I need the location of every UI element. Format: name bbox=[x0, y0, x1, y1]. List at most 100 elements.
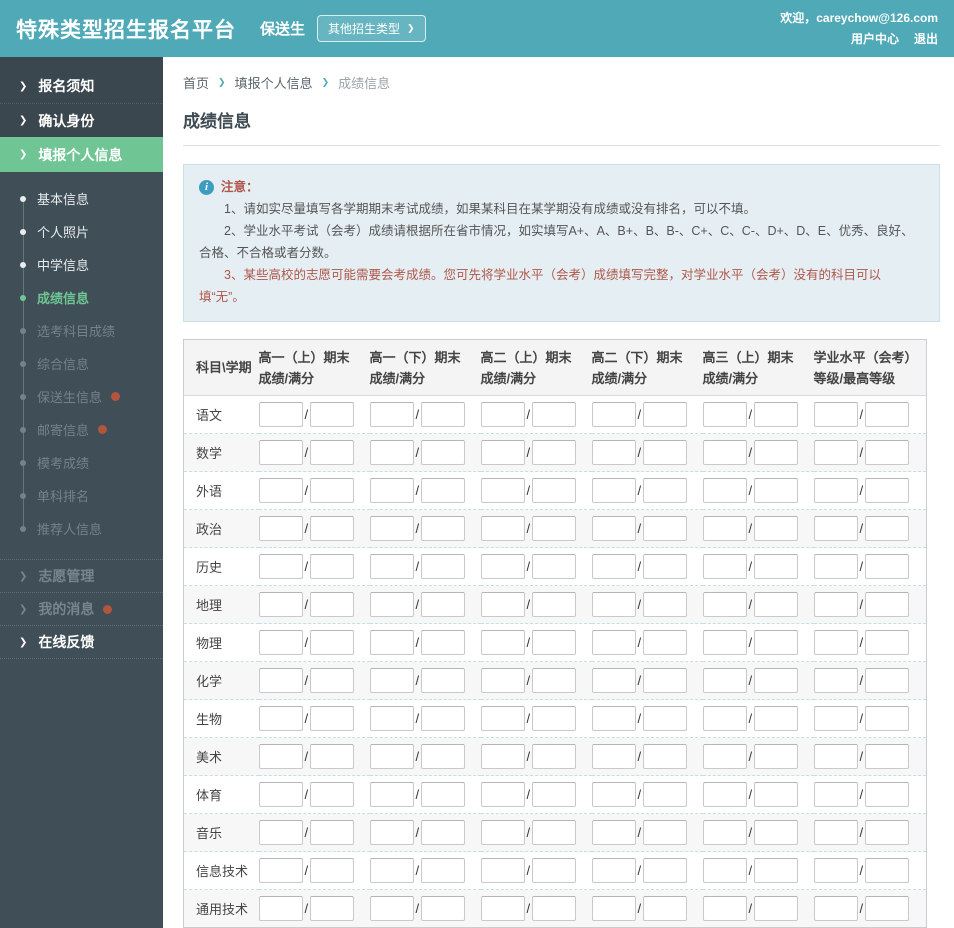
max-score-input[interactable] bbox=[643, 668, 688, 693]
score-input[interactable] bbox=[258, 516, 303, 541]
grade-input[interactable] bbox=[813, 858, 858, 883]
sidebar-item-mailing-info[interactable]: 邮寄信息 bbox=[0, 413, 163, 446]
score-input[interactable] bbox=[480, 592, 525, 617]
grade-input[interactable] bbox=[813, 402, 858, 427]
max-score-input[interactable] bbox=[310, 516, 355, 541]
sidebar-item-referrer-info[interactable]: 推荐人信息 bbox=[0, 512, 163, 545]
score-input[interactable] bbox=[480, 554, 525, 579]
max-grade-input[interactable] bbox=[865, 820, 910, 845]
score-input[interactable] bbox=[480, 516, 525, 541]
max-grade-input[interactable] bbox=[865, 782, 910, 807]
score-input[interactable] bbox=[258, 858, 303, 883]
max-score-input[interactable] bbox=[421, 858, 466, 883]
max-score-input[interactable] bbox=[310, 858, 355, 883]
score-input[interactable] bbox=[480, 440, 525, 465]
max-score-input[interactable] bbox=[421, 668, 466, 693]
max-score-input[interactable] bbox=[532, 668, 577, 693]
max-score-input[interactable] bbox=[532, 516, 577, 541]
score-input[interactable] bbox=[591, 592, 636, 617]
max-score-input[interactable] bbox=[643, 858, 688, 883]
sidebar-item-subject-ranking[interactable]: 单科排名 bbox=[0, 479, 163, 512]
grade-input[interactable] bbox=[813, 820, 858, 845]
score-input[interactable] bbox=[591, 516, 636, 541]
max-score-input[interactable] bbox=[754, 440, 799, 465]
score-input[interactable] bbox=[258, 440, 303, 465]
sidebar-item-application-notice[interactable]: ❯ 报名须知 bbox=[0, 69, 163, 103]
max-score-input[interactable] bbox=[754, 592, 799, 617]
max-score-input[interactable] bbox=[754, 744, 799, 769]
score-input[interactable] bbox=[258, 630, 303, 655]
max-grade-input[interactable] bbox=[865, 706, 910, 731]
max-grade-input[interactable] bbox=[865, 554, 910, 579]
logout-link[interactable]: 退出 bbox=[914, 29, 938, 50]
max-grade-input[interactable] bbox=[865, 630, 910, 655]
max-score-input[interactable] bbox=[754, 668, 799, 693]
score-input[interactable] bbox=[702, 820, 747, 845]
grade-input[interactable] bbox=[813, 592, 858, 617]
max-grade-input[interactable] bbox=[865, 516, 910, 541]
max-score-input[interactable] bbox=[421, 516, 466, 541]
max-score-input[interactable] bbox=[310, 782, 355, 807]
max-score-input[interactable] bbox=[754, 858, 799, 883]
score-input[interactable] bbox=[369, 744, 414, 769]
sidebar-item-personal-photo[interactable]: 个人照片 bbox=[0, 215, 163, 248]
sidebar-item-elective-subject-scores[interactable]: 选考科目成绩 bbox=[0, 314, 163, 347]
score-input[interactable] bbox=[702, 554, 747, 579]
grade-input[interactable] bbox=[813, 706, 858, 731]
score-input[interactable] bbox=[480, 744, 525, 769]
sidebar-item-online-feedback[interactable]: ❯ 在线反馈 bbox=[0, 625, 163, 658]
max-score-input[interactable] bbox=[310, 592, 355, 617]
max-grade-input[interactable] bbox=[865, 402, 910, 427]
max-score-input[interactable] bbox=[421, 478, 466, 503]
score-input[interactable] bbox=[258, 782, 303, 807]
score-input[interactable] bbox=[702, 630, 747, 655]
other-admission-types-button[interactable]: 其他招生类型 ❯ bbox=[317, 15, 426, 42]
score-input[interactable] bbox=[369, 440, 414, 465]
max-score-input[interactable] bbox=[532, 820, 577, 845]
score-input[interactable] bbox=[702, 782, 747, 807]
max-score-input[interactable] bbox=[754, 402, 799, 427]
max-score-input[interactable] bbox=[754, 706, 799, 731]
score-input[interactable] bbox=[369, 402, 414, 427]
max-score-input[interactable] bbox=[532, 630, 577, 655]
score-input[interactable] bbox=[480, 820, 525, 845]
score-input[interactable] bbox=[258, 668, 303, 693]
score-input[interactable] bbox=[369, 554, 414, 579]
score-input[interactable] bbox=[369, 782, 414, 807]
score-input[interactable] bbox=[369, 592, 414, 617]
max-score-input[interactable] bbox=[754, 820, 799, 845]
max-score-input[interactable] bbox=[421, 440, 466, 465]
max-score-input[interactable] bbox=[310, 440, 355, 465]
max-grade-input[interactable] bbox=[865, 858, 910, 883]
score-input[interactable] bbox=[702, 744, 747, 769]
max-score-input[interactable] bbox=[643, 782, 688, 807]
user-center-link[interactable]: 用户中心 bbox=[851, 29, 899, 50]
sidebar-item-basic-info[interactable]: 基本信息 bbox=[0, 182, 163, 215]
sidebar-item-application-management[interactable]: ❯ 志愿管理 bbox=[0, 559, 163, 592]
sidebar-item-recommended-student-info[interactable]: 保送生信息 bbox=[0, 380, 163, 413]
max-score-input[interactable] bbox=[310, 554, 355, 579]
max-score-input[interactable] bbox=[643, 744, 688, 769]
max-score-input[interactable] bbox=[532, 782, 577, 807]
score-input[interactable] bbox=[369, 478, 414, 503]
grade-input[interactable] bbox=[813, 478, 858, 503]
max-score-input[interactable] bbox=[532, 554, 577, 579]
sidebar-item-confirm-identity[interactable]: ❯ 确认身份 bbox=[0, 103, 163, 137]
score-input[interactable] bbox=[480, 478, 525, 503]
max-score-input[interactable] bbox=[643, 820, 688, 845]
max-score-input[interactable] bbox=[643, 706, 688, 731]
score-input[interactable] bbox=[258, 820, 303, 845]
grade-input[interactable] bbox=[813, 668, 858, 693]
max-score-input[interactable] bbox=[310, 478, 355, 503]
max-score-input[interactable] bbox=[421, 706, 466, 731]
score-input[interactable] bbox=[591, 782, 636, 807]
score-input[interactable] bbox=[591, 440, 636, 465]
sidebar-item-personal-info[interactable]: ❯ 填报个人信息 bbox=[0, 137, 163, 172]
max-score-input[interactable] bbox=[643, 440, 688, 465]
max-score-input[interactable] bbox=[532, 402, 577, 427]
max-score-input[interactable] bbox=[643, 516, 688, 541]
score-input[interactable] bbox=[702, 440, 747, 465]
max-score-input[interactable] bbox=[643, 554, 688, 579]
score-input[interactable] bbox=[702, 402, 747, 427]
grade-input[interactable] bbox=[813, 782, 858, 807]
